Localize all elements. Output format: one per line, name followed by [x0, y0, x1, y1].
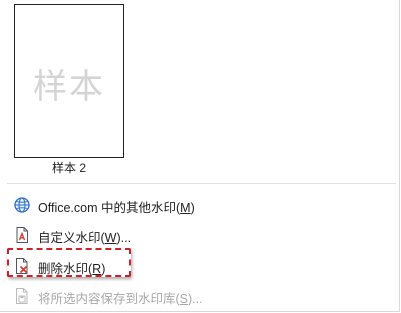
menu-item-save-to-watermark-gallery: 将所选内容保存到水印库(S)... — [5, 283, 395, 309]
menu-divider — [7, 183, 396, 184]
thumbnail-watermark-text: 样本 — [33, 67, 105, 107]
save-to-gallery-icon — [13, 287, 31, 305]
menu-item-label: 自定义水印(W)... — [38, 231, 132, 245]
menu-item-custom-watermark[interactable]: 自定义水印(W)... — [5, 222, 395, 248]
custom-watermark-icon — [13, 226, 31, 244]
menu-item-label: 删除水印(R) — [38, 262, 106, 276]
menu-item-office-watermarks[interactable]: Office.com 中的其他水印(M) — [5, 192, 395, 218]
watermark-sample-2-thumbnail[interactable]: 样本 样本 2 — [13, 2, 126, 179]
thumbnail-page: 样本 — [14, 4, 124, 158]
thumbnail-caption: 样本 2 — [51, 161, 86, 175]
watermark-gallery: 样本 样本 2 — [0, 0, 399, 183]
watermark-dropdown-menu: 样本 样本 2 Office.com 中的其他水印(M) 自定义水印(W)...… — [0, 0, 400, 312]
menu-item-label: Office.com 中的其他水印(M) — [38, 201, 195, 215]
remove-watermark-icon — [13, 257, 31, 275]
globe-icon — [13, 196, 31, 214]
menu-item-remove-watermark[interactable]: 删除水印(R) — [5, 253, 395, 279]
menu-item-label: 将所选内容保存到水印库(S)... — [38, 292, 203, 306]
